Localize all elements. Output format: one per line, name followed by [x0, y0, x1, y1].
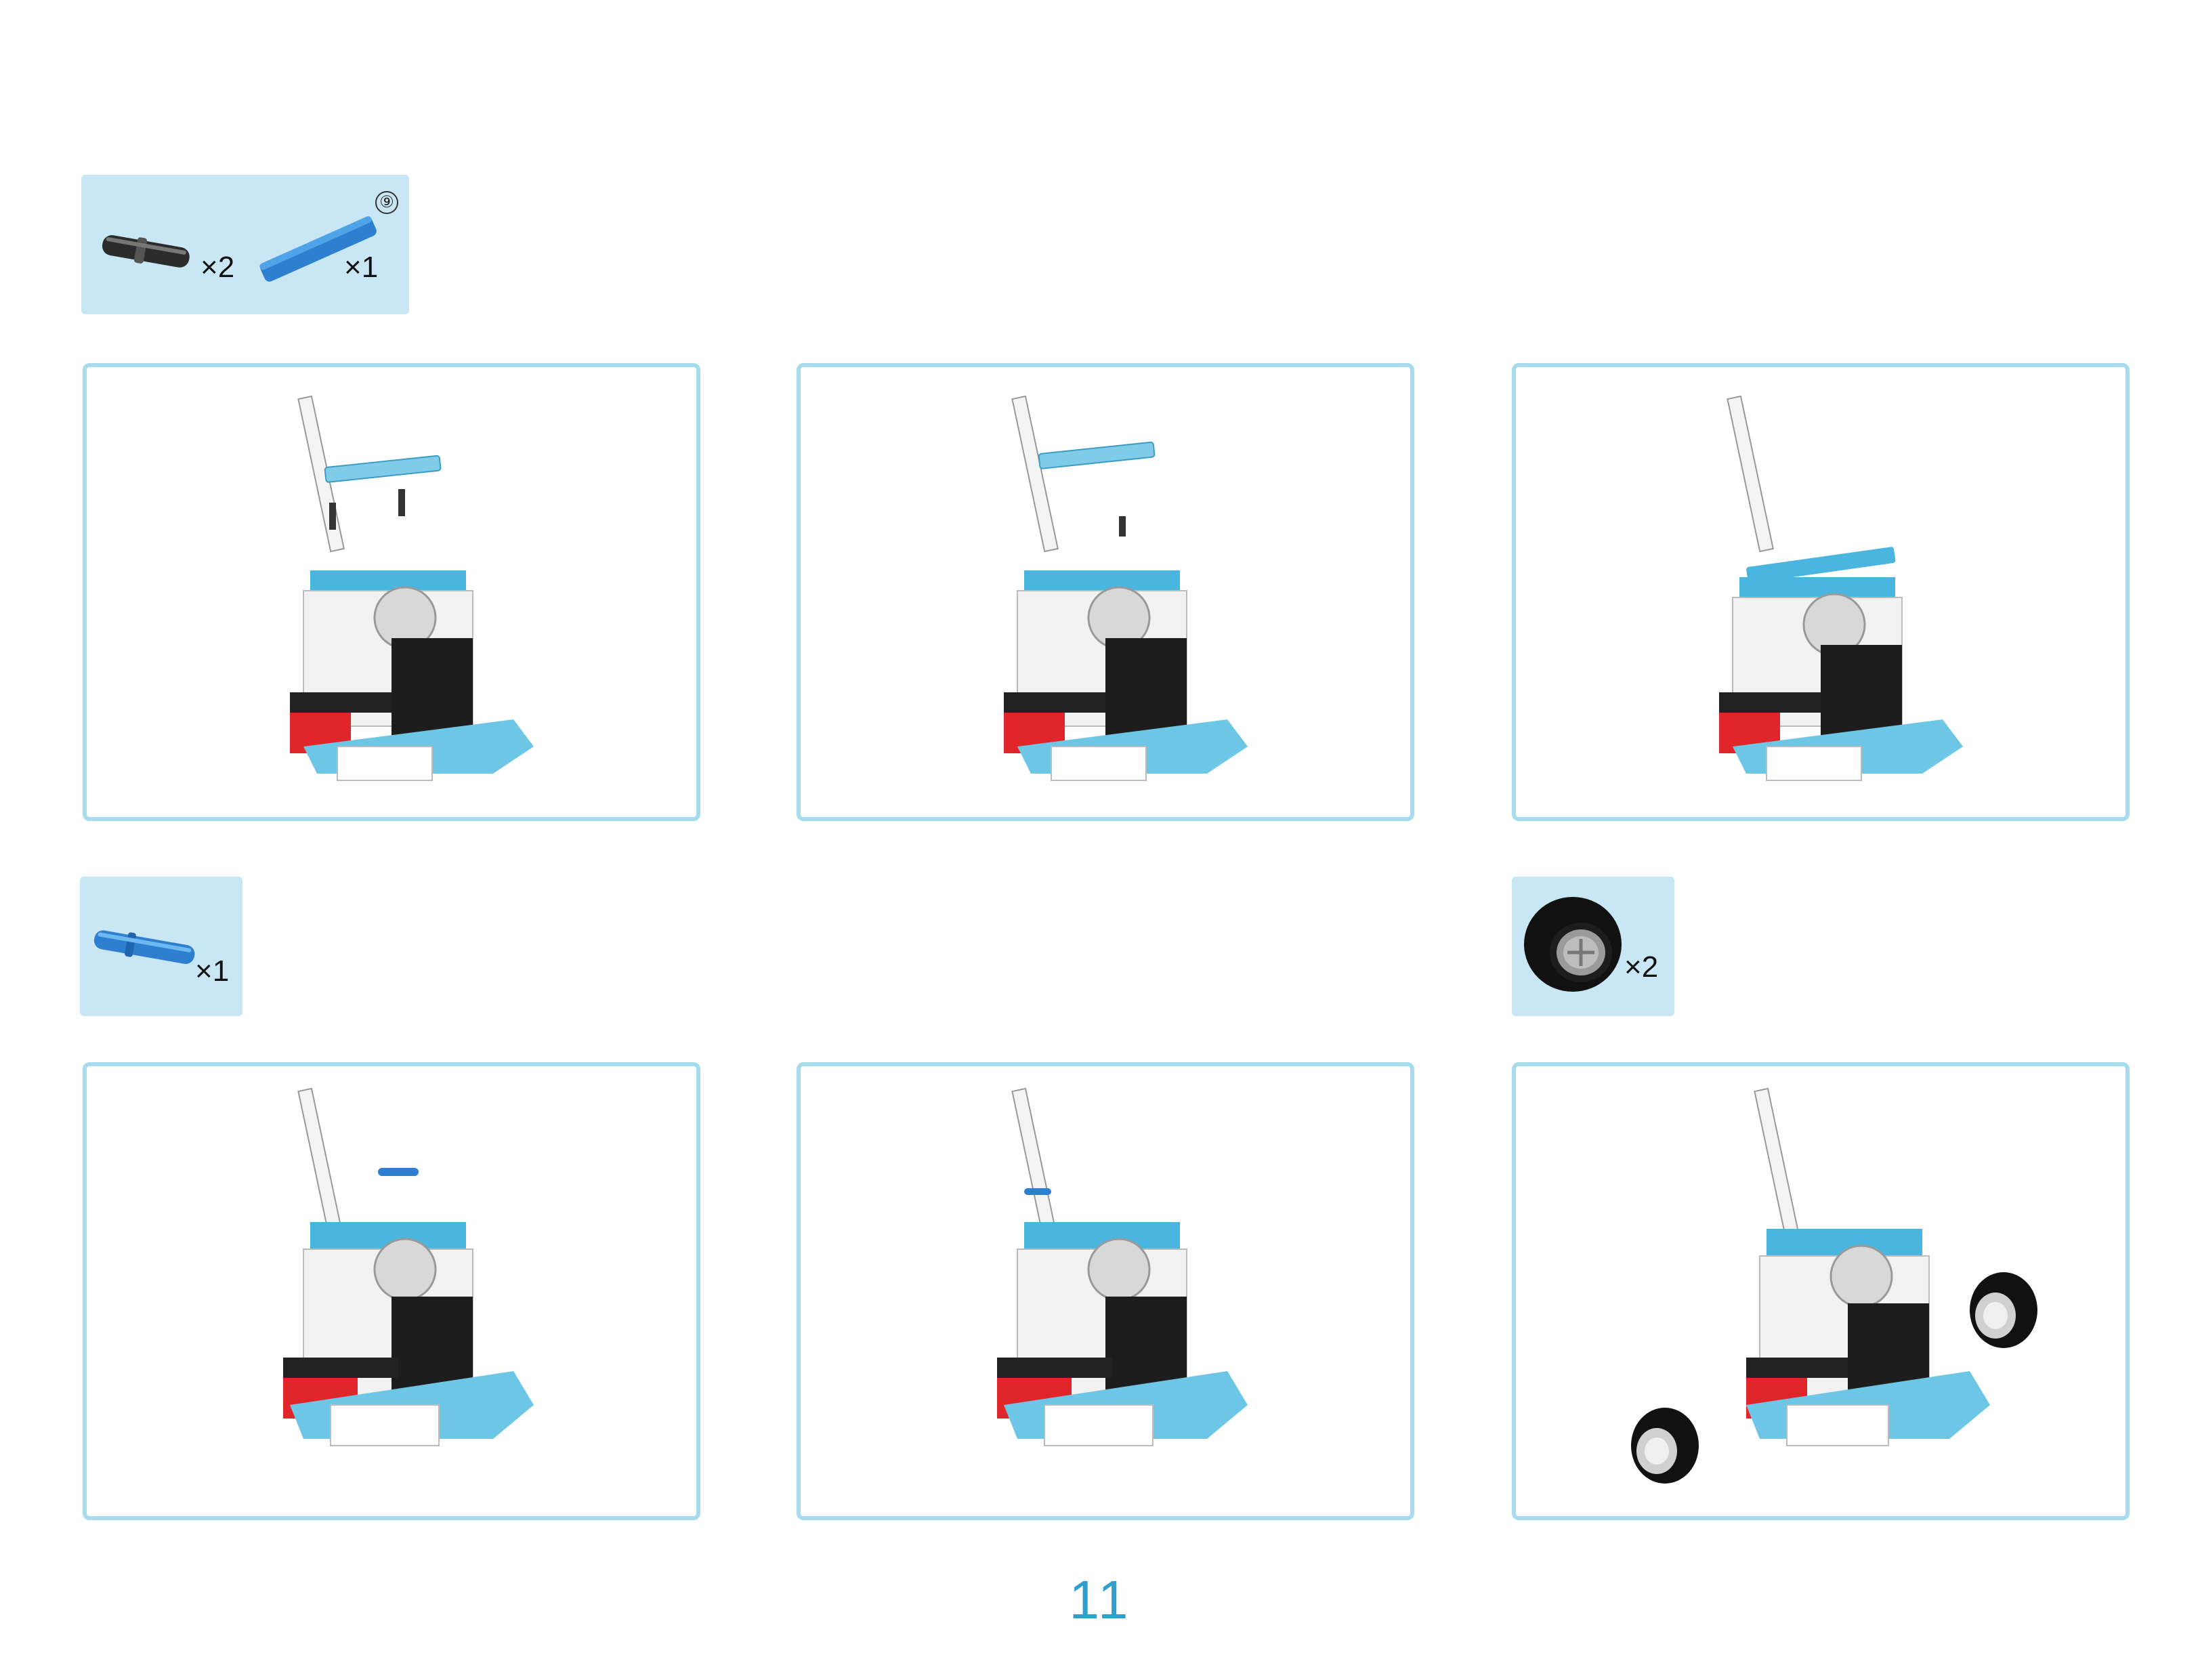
parts-box-1: ×2 ×1 ⑨ — [81, 175, 409, 314]
robot-assembly-illustration — [1719, 395, 1963, 781]
blue-axle-pin-icon — [93, 930, 195, 964]
robot-assembly-illustration — [1631, 1087, 2037, 1484]
wheel-right — [1970, 1272, 2037, 1348]
robot-assembly-illustration — [997, 1087, 1248, 1446]
step-1-frame — [83, 363, 700, 821]
parts-qty-blue-beam: ×1 — [344, 251, 379, 284]
step-3-frame — [1512, 363, 2130, 821]
step-5-frame — [797, 1062, 1414, 1520]
black-pin-icon — [102, 235, 190, 268]
beam-length-badge: ⑨ — [375, 191, 398, 214]
step-2-frame — [797, 363, 1414, 821]
step-4-frame — [83, 1062, 700, 1520]
step-6-frame — [1512, 1062, 2130, 1520]
robot-assembly-illustration — [283, 1087, 534, 1446]
parts-qty-wheel: ×2 — [1624, 950, 1659, 984]
robot-assembly-illustration — [290, 395, 534, 781]
wheel-icon — [1524, 897, 1622, 992]
parts-box-2: ×1 — [80, 877, 242, 1016]
page-number: 11 — [1069, 1570, 1131, 1630]
robot-assembly-illustration — [1004, 395, 1248, 781]
parts-qty-black-pin: ×2 — [200, 251, 235, 284]
wheel-left — [1631, 1408, 1699, 1484]
parts-qty-axle-pin: ×1 — [195, 954, 230, 988]
parts-box-3: ×2 — [1512, 877, 1674, 1016]
